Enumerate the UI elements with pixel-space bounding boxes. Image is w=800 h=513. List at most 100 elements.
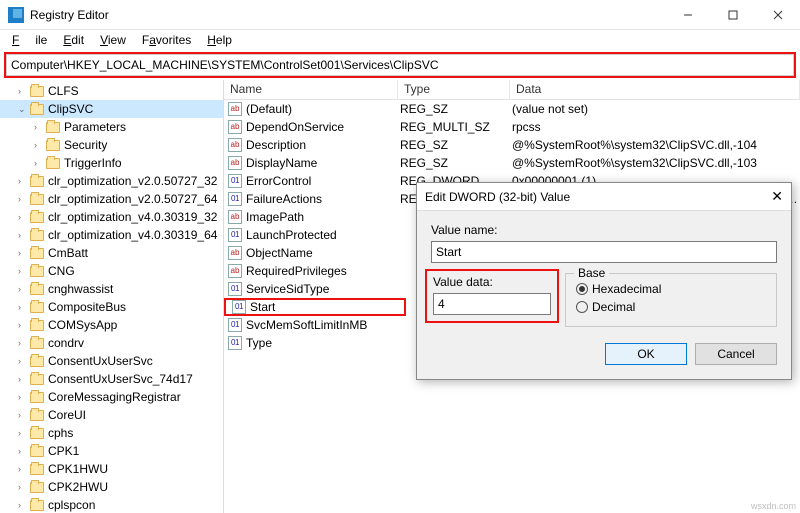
chevron-down-icon[interactable]: ⌄ bbox=[18, 104, 28, 115]
tree-item[interactable]: ›ConsentUxUserSvc_74d17 bbox=[0, 370, 223, 388]
chevron-right-icon[interactable]: › bbox=[18, 176, 28, 186]
chevron-right-icon[interactable]: › bbox=[18, 446, 28, 456]
menu-edit[interactable]: Edit bbox=[55, 31, 92, 49]
tree-item[interactable]: › CPK2HWU bbox=[0, 478, 223, 496]
tree-item[interactable]: ›CmBatt bbox=[0, 244, 223, 262]
chevron-right-icon[interactable]: › bbox=[18, 212, 28, 222]
value-data-input[interactable] bbox=[433, 293, 551, 315]
chevron-right-icon[interactable]: › bbox=[18, 302, 28, 312]
chevron-right-icon[interactable]: › bbox=[18, 86, 28, 96]
tree-item[interactable]: ›Parameters bbox=[0, 118, 223, 136]
value-name: (Default) bbox=[246, 102, 400, 116]
cancel-button[interactable]: Cancel bbox=[695, 343, 777, 365]
addressbar-highlight: Computer\HKEY_LOCAL_MACHINE\SYSTEM\Contr… bbox=[4, 52, 796, 78]
value-name: SvcMemSoftLimitInMB bbox=[246, 318, 400, 332]
string-icon bbox=[228, 210, 242, 224]
tree-item[interactable]: ›ConsentUxUserSvc bbox=[0, 352, 223, 370]
folder-icon bbox=[30, 176, 44, 187]
dialog-buttons: OK Cancel bbox=[431, 343, 777, 365]
menubar: FFileile Edit View Favorites Help bbox=[0, 30, 800, 50]
tree-item[interactable]: › CPK1HWU bbox=[0, 460, 223, 478]
tree-item-label: clr_optimization_v2.0.50727_64 bbox=[48, 192, 217, 206]
dialog-close-icon[interactable]: ✕ bbox=[771, 188, 783, 205]
menu-view[interactable]: View bbox=[92, 31, 134, 49]
chevron-right-icon[interactable]: › bbox=[18, 248, 28, 258]
chevron-right-icon[interactable]: › bbox=[34, 140, 44, 150]
tree-item[interactable]: ›TriggerInfo bbox=[0, 154, 223, 172]
dialog-title: Edit DWORD (32-bit) Value bbox=[425, 190, 570, 204]
chevron-right-icon[interactable]: › bbox=[34, 158, 44, 168]
chevron-right-icon[interactable]: › bbox=[18, 374, 28, 384]
tree-item[interactable]: ›condrv bbox=[0, 334, 223, 352]
tree-item[interactable]: ›CoreMessagingRegistrar bbox=[0, 388, 223, 406]
menu-help[interactable]: Help bbox=[199, 31, 240, 49]
chevron-right-icon[interactable]: › bbox=[18, 500, 28, 510]
tree-item-label: cphs bbox=[48, 426, 73, 440]
addressbar[interactable]: Computer\HKEY_LOCAL_MACHINE\SYSTEM\Contr… bbox=[6, 54, 794, 76]
tree-item[interactable]: ›CompositeBus bbox=[0, 298, 223, 316]
chevron-right-icon[interactable]: › bbox=[18, 320, 28, 330]
col-name[interactable]: Name bbox=[224, 80, 398, 99]
tree-item-label: clr_optimization_v2.0.50727_32 bbox=[48, 174, 217, 188]
value-row[interactable]: DescriptionREG_SZ@%SystemRoot%\system32\… bbox=[224, 136, 800, 154]
chevron-right-icon[interactable]: › bbox=[18, 194, 28, 204]
tree-item[interactable]: › clr_optimization_v2.0.50727_64 bbox=[0, 190, 223, 208]
value-row[interactable]: DependOnServiceREG_MULTI_SZrpcss bbox=[224, 118, 800, 136]
tree-pane[interactable]: ›CLFS⌄ClipSVC›Parameters›Security›Trigge… bbox=[0, 80, 224, 513]
radio-dec-icon bbox=[576, 301, 588, 313]
chevron-right-icon[interactable]: › bbox=[34, 122, 44, 132]
value-row[interactable]: DisplayNameREG_SZ@%SystemRoot%\system32\… bbox=[224, 154, 800, 172]
tree-item[interactable]: ›clr_optimization_v4.0.30319_32 bbox=[0, 208, 223, 226]
app-icon bbox=[8, 7, 24, 23]
tree-item[interactable]: ›clr_optimization_v4.0.30319_64 bbox=[0, 226, 223, 244]
value-name-input[interactable] bbox=[431, 241, 777, 263]
tree-item[interactable]: ›CoreUI bbox=[0, 406, 223, 424]
menu-file[interactable]: FFileile bbox=[4, 31, 55, 49]
ok-button[interactable]: OK bbox=[605, 343, 687, 365]
dialog-titlebar[interactable]: Edit DWORD (32-bit) Value ✕ bbox=[417, 183, 791, 211]
tree-item[interactable]: ⌄ClipSVC bbox=[0, 100, 223, 118]
value-name: Description bbox=[246, 138, 400, 152]
chevron-right-icon[interactable]: › bbox=[18, 482, 28, 492]
tree-item[interactable]: ›CLFS bbox=[0, 82, 223, 100]
maximize-button[interactable] bbox=[710, 0, 755, 30]
chevron-right-icon[interactable]: › bbox=[18, 338, 28, 348]
chevron-right-icon[interactable]: › bbox=[18, 410, 28, 420]
close-button[interactable] bbox=[755, 0, 800, 30]
minimize-button[interactable] bbox=[665, 0, 710, 30]
value-name: ObjectName bbox=[246, 246, 400, 260]
chevron-right-icon[interactable]: › bbox=[18, 464, 28, 474]
tree-item[interactable]: › clr_optimization_v2.0.50727_32 bbox=[0, 172, 223, 190]
tree-item[interactable]: ›CPK1 bbox=[0, 442, 223, 460]
tree-item-label: CPK2HWU bbox=[48, 480, 108, 494]
radio-hex[interactable]: Hexadecimal bbox=[576, 280, 766, 298]
radio-dec[interactable]: Decimal bbox=[576, 298, 766, 316]
folder-icon bbox=[30, 500, 44, 511]
chevron-right-icon[interactable]: › bbox=[18, 356, 28, 366]
tree-item[interactable]: ›cplspcon bbox=[0, 496, 223, 513]
chevron-right-icon[interactable]: › bbox=[18, 428, 28, 438]
tree-item[interactable]: › cphs bbox=[0, 424, 223, 442]
radio-hex-label: Hexadecimal bbox=[592, 282, 661, 296]
tree-item[interactable]: ›cnghwassist bbox=[0, 280, 223, 298]
chevron-right-icon[interactable]: › bbox=[18, 266, 28, 276]
tree-item[interactable]: ›COMSysApp bbox=[0, 316, 223, 334]
tree-item-label: CPK1HWU bbox=[48, 462, 108, 476]
chevron-right-icon[interactable]: › bbox=[18, 392, 28, 402]
chevron-right-icon[interactable]: › bbox=[18, 230, 28, 240]
list-header: Name Type Data bbox=[224, 80, 800, 100]
titlebar: Registry Editor bbox=[0, 0, 800, 30]
value-row[interactable]: (Default)REG_SZ(value not set) bbox=[224, 100, 800, 118]
binary-icon bbox=[228, 228, 242, 242]
tree-item[interactable]: ›CNG bbox=[0, 262, 223, 280]
folder-icon bbox=[30, 338, 44, 349]
col-type[interactable]: Type bbox=[398, 80, 510, 99]
chevron-right-icon[interactable]: › bbox=[18, 284, 28, 294]
value-name: LaunchProtected bbox=[246, 228, 400, 242]
value-name: ImagePath bbox=[246, 210, 400, 224]
tree-item[interactable]: › Security bbox=[0, 136, 223, 154]
menu-favorites[interactable]: Favorites bbox=[134, 31, 199, 49]
tree-item-label: Security bbox=[64, 138, 107, 152]
col-data[interactable]: Data bbox=[510, 80, 800, 99]
folder-icon bbox=[46, 140, 60, 151]
